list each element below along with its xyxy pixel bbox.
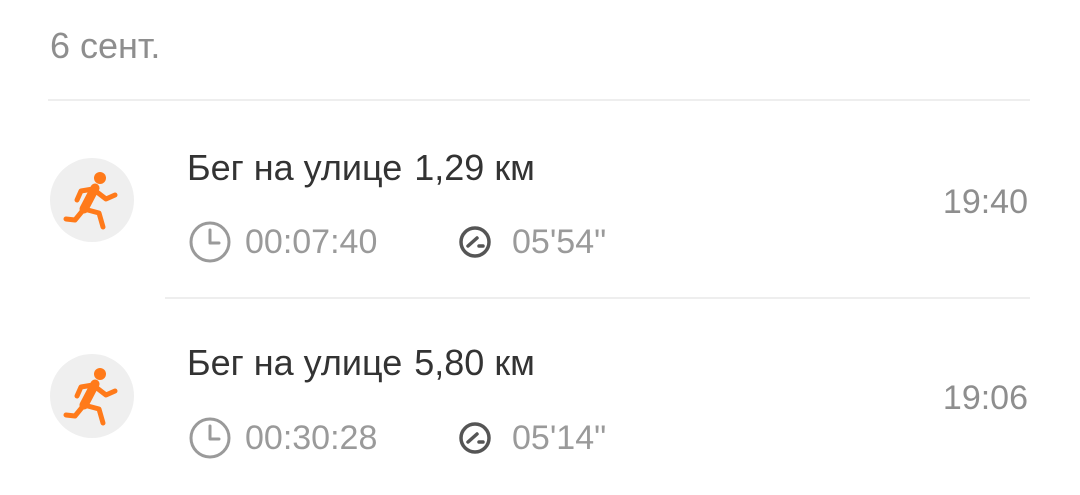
speedometer-icon xyxy=(452,415,498,461)
speedometer-icon xyxy=(452,219,498,265)
workout-duration: 00:07:40 xyxy=(245,223,378,261)
workout-distance: 1,29 км xyxy=(414,147,535,188)
workout-title-line: Бег на улице 1,29 км xyxy=(187,146,535,190)
workout-stats: 00:30:28 05'14" xyxy=(187,415,606,461)
clock-icon xyxy=(187,415,233,461)
workout-time: 19:40 xyxy=(942,183,1028,221)
running-icon xyxy=(50,158,134,242)
running-icon xyxy=(50,354,134,438)
pace-group: 05'54" xyxy=(452,219,606,265)
workout-type: Бег на улице xyxy=(187,342,403,383)
workout-stats: 00:07:40 05'54" xyxy=(187,219,606,265)
workout-pace: 05'14" xyxy=(512,419,607,457)
workout-list-item[interactable]: Бег на улице 1,29 км 00:07:40 05'54" 19:4… xyxy=(0,101,1080,297)
workout-type: Бег на улице xyxy=(187,147,403,188)
date-header: 6 сент. xyxy=(50,25,161,66)
pace-group: 05'14" xyxy=(452,415,606,461)
workout-duration: 00:30:28 xyxy=(245,419,378,457)
workout-list-item[interactable]: Бег на улице 5,80 км 00:30:28 05'14" 19:0… xyxy=(0,299,1080,495)
workout-time: 19:06 xyxy=(942,379,1028,417)
workout-title-line: Бег на улице 5,80 км xyxy=(187,341,535,385)
workout-pace: 05'54" xyxy=(512,223,607,261)
workout-distance: 5,80 км xyxy=(414,342,535,383)
clock-icon xyxy=(187,219,233,265)
